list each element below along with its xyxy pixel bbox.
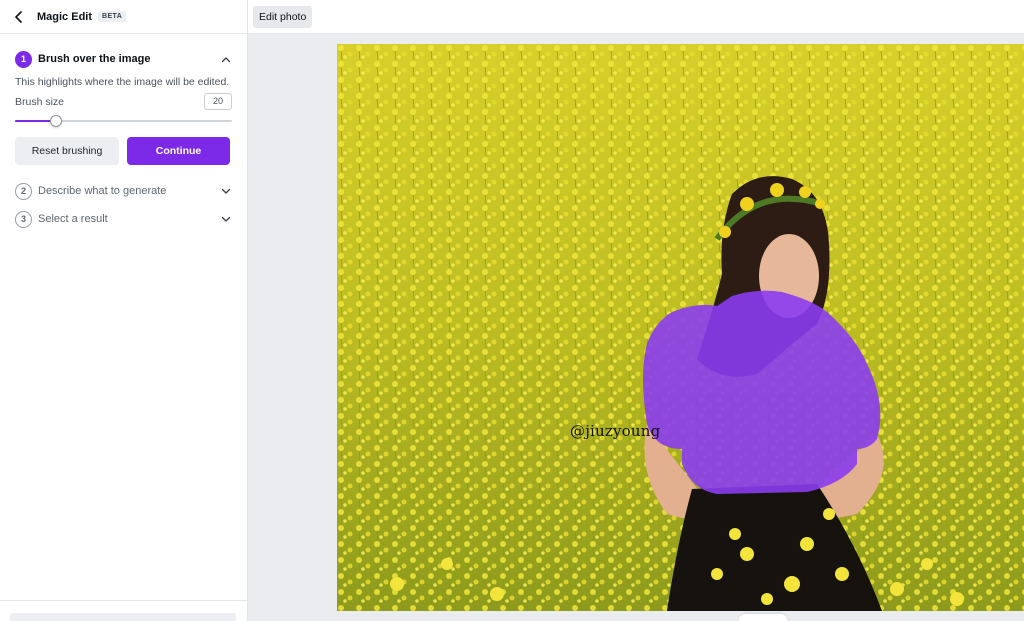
panel-footer-bar	[10, 613, 236, 621]
step-2-label: Describe what to generate	[38, 185, 167, 197]
magic-edit-app: Magic Edit BETA 1 Brush over the image T…	[0, 0, 1024, 621]
magic-edit-panel: Magic Edit BETA 1 Brush over the image T…	[0, 0, 248, 621]
reset-brushing-button[interactable]: Reset brushing	[15, 137, 119, 165]
step-3-label: Select a result	[38, 213, 108, 225]
brush-size-row: Brush size 20	[15, 93, 232, 110]
step-3-number: 3	[15, 210, 32, 228]
photo-watermark: @jiuzyoung	[570, 422, 661, 440]
editor-toolbar: Edit photo	[248, 0, 1024, 34]
continue-button[interactable]: Continue	[127, 137, 230, 165]
panel-title: Magic Edit	[37, 10, 93, 23]
chevron-left-icon	[15, 10, 22, 23]
beta-badge: BETA	[98, 11, 127, 22]
slider-thumb[interactable]	[50, 115, 63, 127]
step-2-number: 2	[15, 182, 32, 200]
photo-image	[337, 44, 1024, 611]
step-3-section: 3 Select a result	[0, 209, 247, 229]
step-1-number: 1	[15, 50, 32, 68]
panel-footer-divider	[0, 600, 247, 601]
step-2-header[interactable]: 2 Describe what to generate	[15, 181, 232, 201]
step-1-actions: Reset brushing Continue	[15, 137, 232, 165]
step-1-label: Brush over the image	[38, 53, 151, 65]
step-1-description: This highlights where the image will be …	[15, 76, 230, 88]
editor-area: Edit photo @jiuzyoung	[248, 0, 1024, 621]
brush-size-slider[interactable]	[15, 114, 232, 128]
page-navigator-chip[interactable]	[739, 614, 787, 621]
brush-size-input[interactable]: 20	[204, 93, 232, 110]
photo-canvas[interactable]: @jiuzyoung	[337, 44, 1024, 611]
edit-photo-button[interactable]: Edit photo	[253, 5, 313, 28]
step-1-section: 1 Brush over the image This highlights w…	[0, 34, 247, 165]
chevron-down-icon[interactable]	[220, 213, 232, 225]
step-2-section: 2 Describe what to generate	[0, 181, 247, 201]
back-button[interactable]	[11, 9, 27, 25]
chevron-up-icon[interactable]	[220, 53, 232, 65]
chevron-down-icon[interactable]	[220, 185, 232, 197]
panel-header: Magic Edit BETA	[0, 0, 247, 34]
brush-size-label: Brush size	[15, 95, 65, 108]
step-1-header[interactable]: 1 Brush over the image	[15, 49, 232, 69]
step-3-header[interactable]: 3 Select a result	[15, 209, 232, 229]
